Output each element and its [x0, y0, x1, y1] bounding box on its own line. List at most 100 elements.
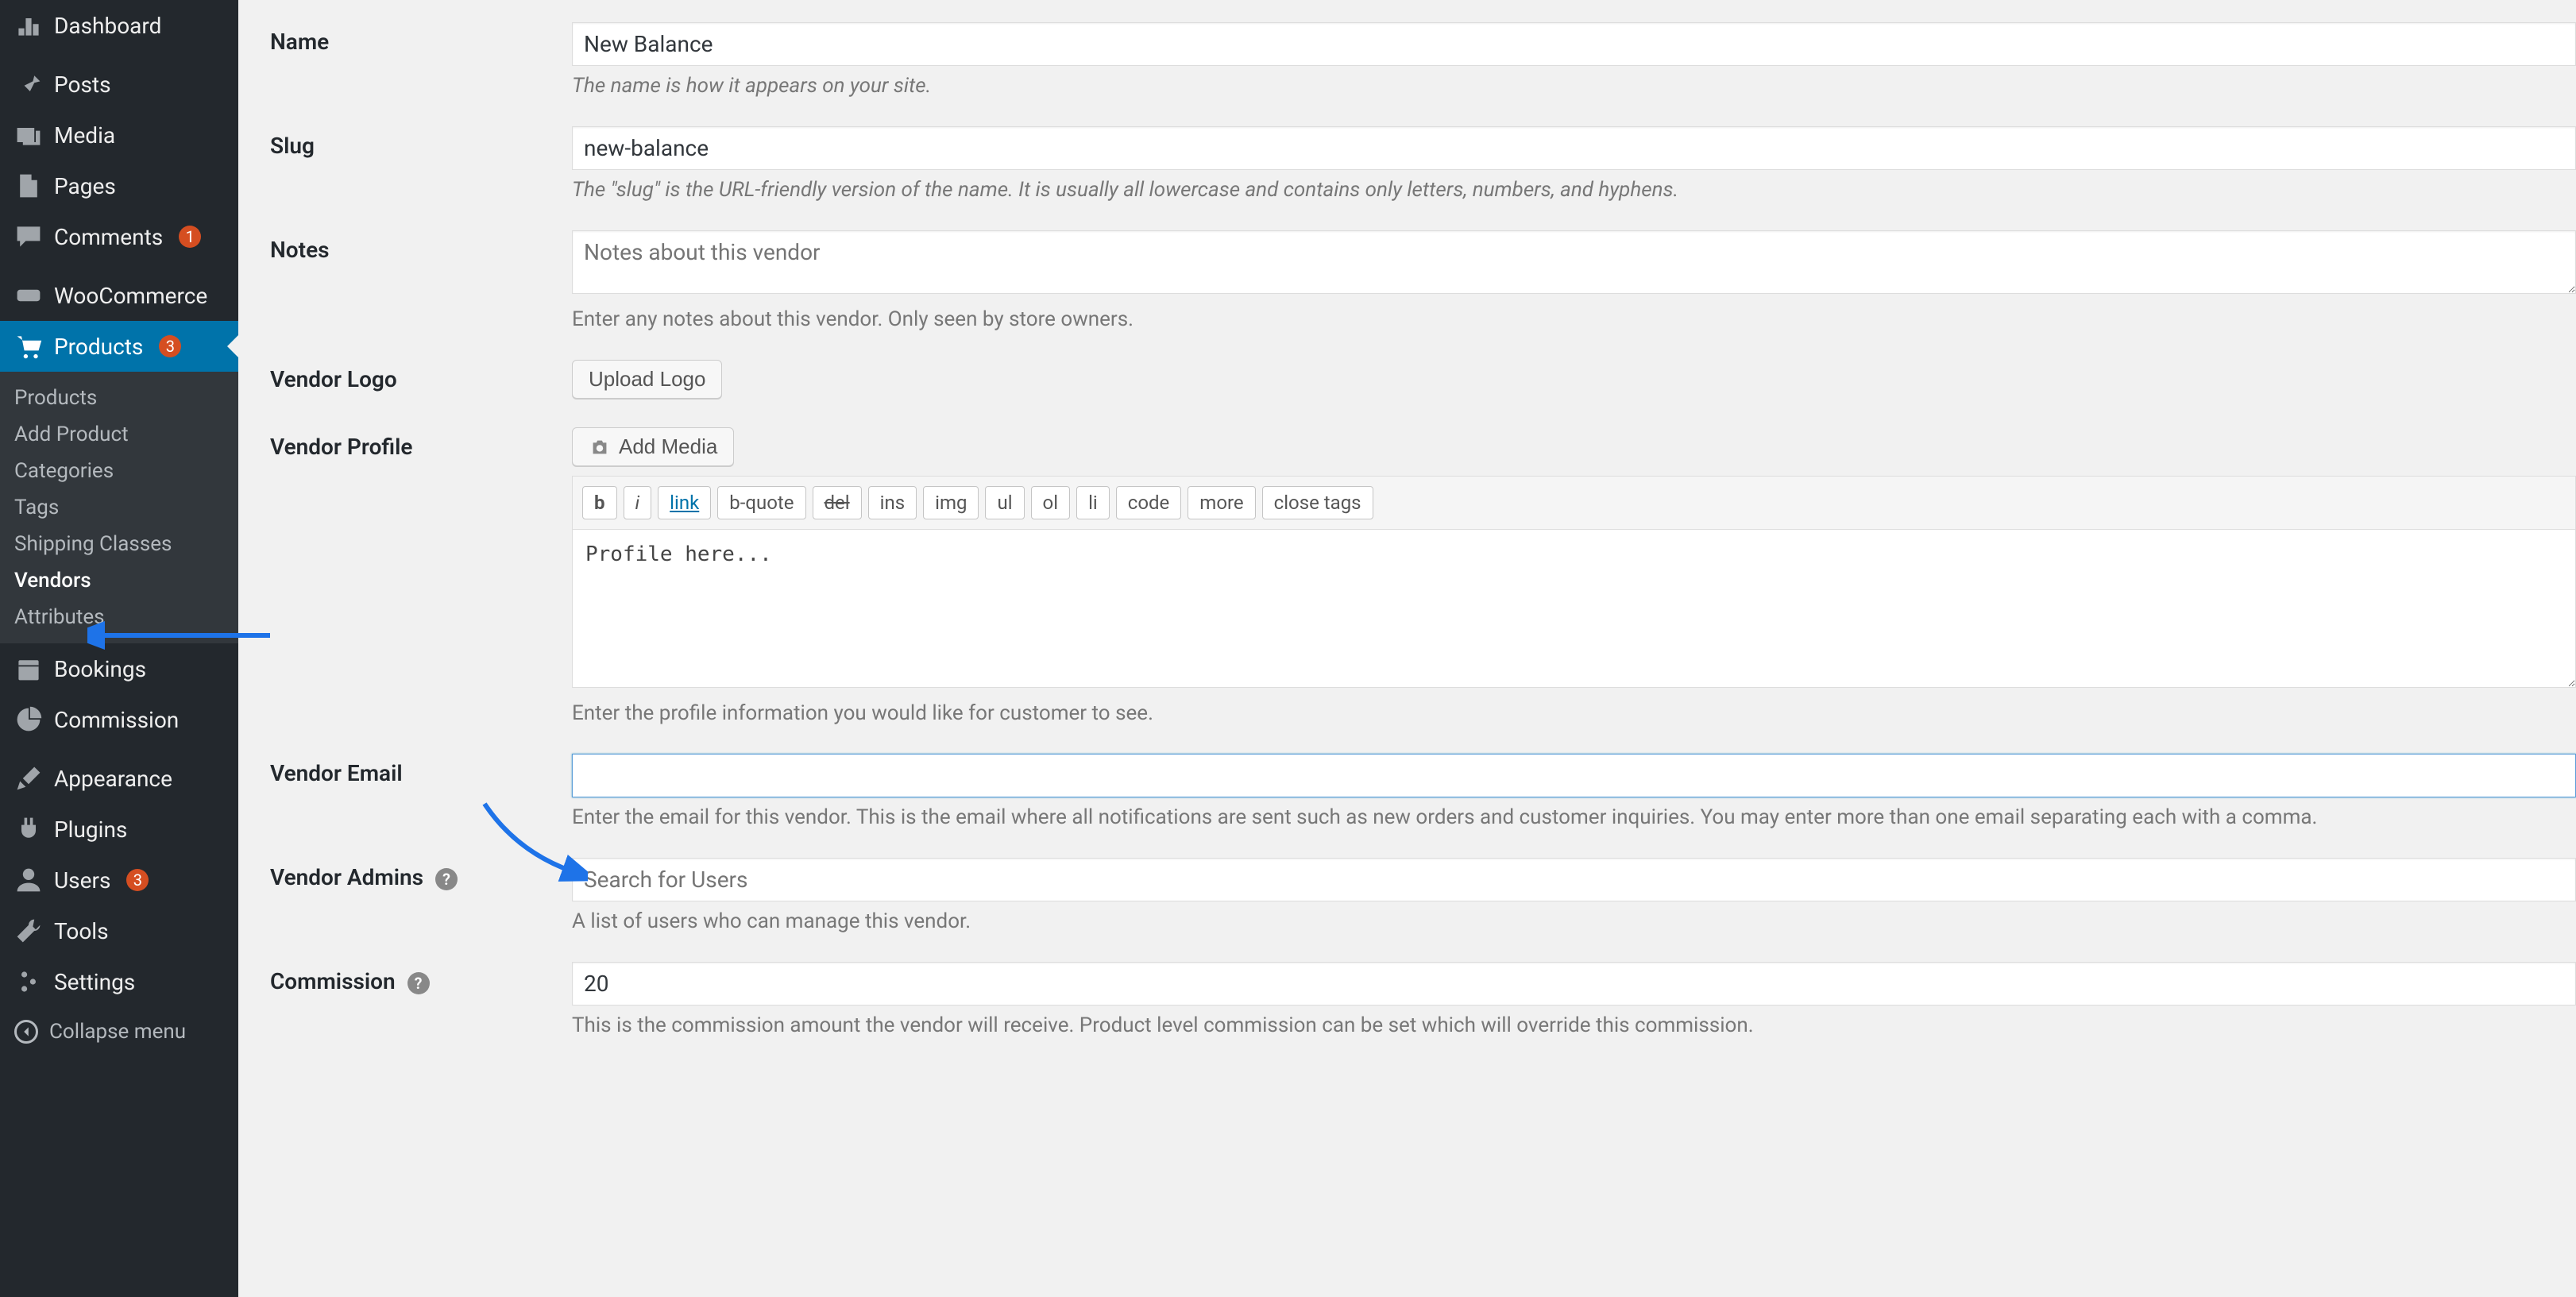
collapse-icon — [14, 1020, 38, 1044]
qt-more[interactable]: more — [1188, 486, 1255, 519]
sidebar-item-tools[interactable]: Tools — [0, 905, 238, 956]
sidebar-item-comments[interactable]: Comments 1 — [0, 211, 238, 262]
sidebar-item-settings[interactable]: Settings — [0, 956, 238, 1007]
sidebar-label: Products — [54, 334, 143, 360]
qt-italic[interactable]: i — [624, 486, 652, 519]
sidebar-label: WooCommerce — [54, 283, 207, 309]
submenu-products[interactable]: Products — [0, 380, 238, 416]
sidebar-label: Pages — [54, 173, 116, 199]
pages-icon — [14, 172, 43, 200]
cart-icon — [14, 332, 43, 361]
qt-ins[interactable]: ins — [868, 486, 917, 519]
upload-logo-button[interactable]: Upload Logo — [572, 360, 722, 399]
quicktags-toolbar: b i link b-quote del ins img ul ol li co… — [572, 476, 2576, 529]
chart-pie-icon — [14, 705, 43, 734]
products-badge: 3 — [159, 335, 181, 357]
add-media-button[interactable]: Add Media — [572, 427, 734, 466]
name-label: Name — [270, 29, 329, 55]
slug-label: Slug — [270, 133, 315, 159]
slug-desc: The "slug" is the URL-friendly version o… — [572, 178, 2576, 202]
sidebar-item-users[interactable]: Users 3 — [0, 855, 238, 905]
commission-help-icon[interactable]: ? — [407, 972, 430, 994]
brush-icon — [14, 764, 43, 793]
slug-input[interactable] — [572, 126, 2576, 170]
calendar-icon — [14, 654, 43, 683]
submenu-add-product[interactable]: Add Product — [0, 416, 238, 453]
add-media-label: Add Media — [619, 434, 717, 459]
name-desc: The name is how it appears on your site. — [572, 74, 2576, 98]
vendor-form: Name The name is how it appears on your … — [270, 8, 2576, 1052]
users-badge: 3 — [126, 869, 149, 891]
qt-del[interactable]: del — [813, 486, 862, 519]
sidebar-item-appearance[interactable]: Appearance — [0, 753, 238, 804]
plug-icon — [14, 815, 43, 843]
submenu-shipping-classes[interactable]: Shipping Classes — [0, 526, 238, 562]
email-label: Vendor Email — [270, 760, 403, 786]
qt-bold[interactable]: b — [582, 486, 617, 519]
sidebar-item-posts[interactable]: Posts — [0, 59, 238, 110]
commission-desc: This is the commission amount the vendor… — [572, 1013, 2576, 1037]
email-input[interactable] — [572, 754, 2576, 797]
sidebar-item-dashboard[interactable]: Dashboard — [0, 0, 238, 51]
sidebar-label: Settings — [54, 969, 135, 995]
submenu-vendors[interactable]: Vendors — [0, 562, 238, 599]
main-content: Name The name is how it appears on your … — [238, 0, 2576, 1297]
sliders-icon — [14, 967, 43, 996]
submenu-tags[interactable]: Tags — [0, 489, 238, 526]
profile-label: Vendor Profile — [270, 434, 413, 460]
notes-desc: Enter any notes about this vendor. Only … — [572, 307, 2576, 331]
profile-editor[interactable] — [572, 529, 2576, 688]
sidebar-item-plugins[interactable]: Plugins — [0, 804, 238, 855]
comments-icon — [14, 222, 43, 251]
wrench-icon — [14, 917, 43, 945]
sidebar-item-bookings[interactable]: Bookings — [0, 643, 238, 694]
submenu-attributes[interactable]: Attributes — [0, 599, 238, 635]
admins-desc: A list of users who can manage this vend… — [572, 909, 2576, 933]
media-icon — [14, 121, 43, 149]
sidebar-label: Tools — [54, 918, 109, 944]
commission-label: Commission — [270, 968, 396, 994]
qt-close[interactable]: close tags — [1262, 486, 1373, 519]
user-icon — [14, 866, 43, 894]
name-input[interactable] — [572, 22, 2576, 66]
camera-icon — [589, 436, 611, 458]
admin-sidebar: Dashboard Posts Media Pages Comments 1 W… — [0, 0, 238, 1297]
sidebar-label: Dashboard — [54, 13, 161, 39]
woocommerce-icon — [14, 281, 43, 310]
profile-desc: Enter the profile information you would … — [572, 701, 2576, 725]
sidebar-label: Bookings — [54, 656, 146, 682]
qt-ul[interactable]: ul — [985, 486, 1024, 519]
qt-li[interactable]: li — [1076, 486, 1110, 519]
products-submenu: Products Add Product Categories Tags Shi… — [0, 372, 238, 643]
sidebar-label: Users — [54, 867, 110, 894]
commission-input[interactable] — [572, 962, 2576, 1006]
qt-img[interactable]: img — [923, 486, 979, 519]
collapse-label: Collapse menu — [49, 1020, 186, 1044]
notes-input[interactable] — [572, 230, 2576, 294]
submenu-categories[interactable]: Categories — [0, 453, 238, 489]
sidebar-label: Comments — [54, 224, 163, 250]
admins-label: Vendor Admins — [270, 864, 423, 890]
sidebar-label: Media — [54, 122, 115, 149]
dashboard-icon — [14, 11, 43, 40]
notes-label: Notes — [270, 237, 330, 263]
admins-help-icon[interactable]: ? — [435, 868, 458, 890]
qt-link[interactable]: link — [658, 486, 711, 519]
sidebar-label: Posts — [54, 71, 111, 98]
qt-bquote[interactable]: b-quote — [717, 486, 805, 519]
sidebar-item-media[interactable]: Media — [0, 110, 238, 160]
comments-badge: 1 — [179, 226, 201, 248]
collapse-menu[interactable]: Collapse menu — [0, 1007, 238, 1056]
admins-input[interactable] — [572, 858, 2576, 901]
email-desc: Enter the email for this vendor. This is… — [572, 805, 2576, 829]
sidebar-item-woocommerce[interactable]: WooCommerce — [0, 270, 238, 321]
logo-label: Vendor Logo — [270, 366, 397, 392]
sidebar-label: Plugins — [54, 816, 127, 843]
sidebar-label: Appearance — [54, 766, 172, 792]
sidebar-item-pages[interactable]: Pages — [0, 160, 238, 211]
qt-ol[interactable]: ol — [1031, 486, 1071, 519]
pin-icon — [14, 70, 43, 98]
qt-code[interactable]: code — [1116, 486, 1182, 519]
sidebar-item-commission[interactable]: Commission — [0, 694, 238, 745]
sidebar-item-products[interactable]: Products 3 — [0, 321, 238, 372]
